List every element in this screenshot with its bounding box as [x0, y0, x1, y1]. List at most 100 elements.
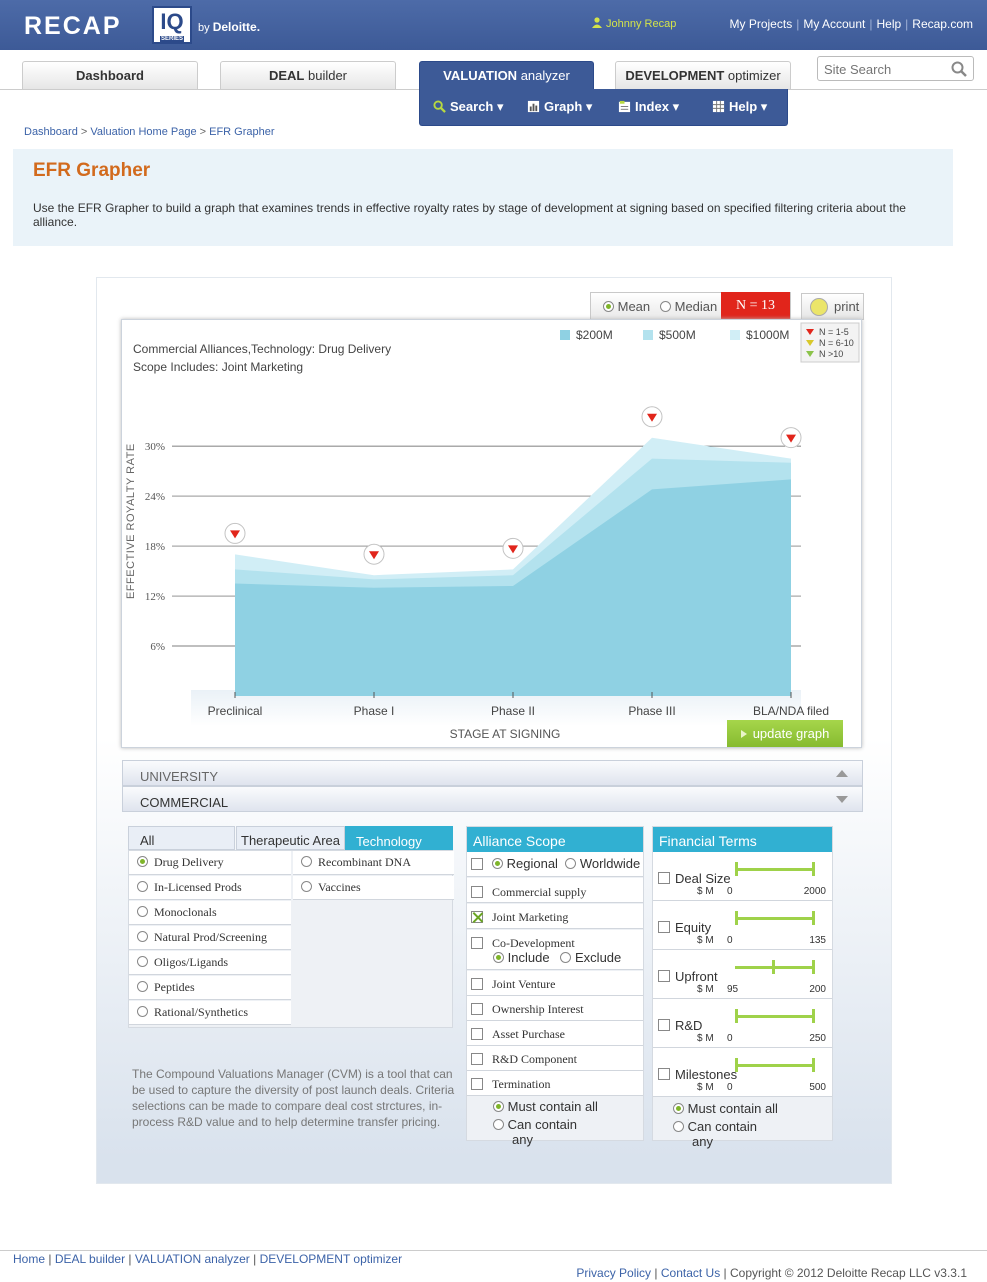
- footer-deal-link[interactable]: DEAL builder: [55, 1252, 125, 1266]
- scope-checkbox[interactable]: [471, 1003, 483, 1015]
- scope-checkbox[interactable]: [471, 978, 483, 990]
- fin-can-contain[interactable]: Can contain: [673, 1119, 757, 1134]
- print-button[interactable]: print: [801, 293, 864, 320]
- median-option[interactable]: Median: [660, 299, 717, 314]
- site-search-input[interactable]: [824, 60, 944, 78]
- tech-radio[interactable]: [137, 906, 148, 917]
- footer-home-link[interactable]: Home: [13, 1252, 45, 1266]
- scope-commercial-supply[interactable]: Commercial supply: [467, 878, 643, 903]
- tech-radio[interactable]: [137, 956, 148, 967]
- graph-menu[interactable]: Graph ▾: [527, 99, 592, 115]
- search-menu[interactable]: Search ▾: [433, 99, 504, 115]
- tab-dashboard[interactable]: Dashboard: [22, 61, 198, 89]
- scope-can-contain[interactable]: Can contain: [493, 1117, 577, 1132]
- university-section-header[interactable]: UNIVERSITY: [122, 760, 863, 786]
- slider-handle-max[interactable]: [812, 911, 815, 925]
- scope-asset-purchase[interactable]: Asset Purchase: [467, 1021, 643, 1046]
- search-icon[interactable]: [951, 61, 967, 77]
- tech-item-vaccines[interactable]: Vaccines: [293, 876, 454, 900]
- tech-radio[interactable]: [137, 856, 148, 867]
- tech-radio[interactable]: [301, 856, 312, 867]
- can-contain-radio[interactable]: [673, 1121, 684, 1132]
- update-graph-button[interactable]: update graph: [727, 720, 843, 747]
- scope-checkbox[interactable]: [471, 937, 483, 949]
- scope-joint-marketing[interactable]: Joint Marketing: [467, 904, 643, 929]
- slider-handle-min[interactable]: [735, 1009, 738, 1023]
- scope-checkbox[interactable]: [471, 1078, 483, 1090]
- scope-checkbox[interactable]: [471, 886, 483, 898]
- tech-item-drug-delivery[interactable]: Drug Delivery: [129, 851, 291, 875]
- my-account-link[interactable]: My Account: [803, 17, 865, 31]
- breadcrumb-efr-grapher[interactable]: EFR Grapher: [209, 126, 274, 138]
- slider-handle-min[interactable]: [771, 960, 775, 974]
- help-link[interactable]: Help: [876, 17, 901, 31]
- tech-radio[interactable]: [137, 881, 148, 892]
- commercial-section-header[interactable]: COMMERCIAL: [122, 786, 863, 812]
- scope-must-contain[interactable]: Must contain all: [493, 1099, 598, 1114]
- fin-checkbox[interactable]: [658, 1019, 670, 1031]
- fin-checkbox[interactable]: [658, 921, 670, 933]
- fin-checkbox[interactable]: [658, 1068, 670, 1080]
- footer-development-link[interactable]: DEVELOPMENT optimizer: [260, 1252, 402, 1266]
- tech-item-peptides[interactable]: Peptides: [129, 976, 291, 1000]
- tech-item-monoclonals[interactable]: Monoclonals: [129, 901, 291, 925]
- slider-handle-min[interactable]: [735, 862, 738, 876]
- median-radio[interactable]: [660, 301, 671, 312]
- help-menu[interactable]: Help ▾: [712, 99, 767, 115]
- tech-item-recombinant[interactable]: Recombinant DNA: [293, 851, 454, 875]
- scope-joint-venture[interactable]: Joint Venture: [467, 971, 643, 996]
- worldwide-radio[interactable]: [565, 858, 577, 869]
- must-contain-radio[interactable]: [493, 1101, 504, 1112]
- index-menu[interactable]: Index ▾: [618, 99, 679, 115]
- slider-handle-max[interactable]: [812, 960, 815, 974]
- user-name[interactable]: Johnny Recap: [592, 17, 676, 30]
- tech-item-in-licensed[interactable]: In-Licensed Prods: [129, 876, 291, 900]
- privacy-policy-link[interactable]: Privacy Policy: [576, 1266, 651, 1280]
- fin-must-contain[interactable]: Must contain all: [673, 1101, 778, 1116]
- footer-valuation-link[interactable]: VALUATION analyzer: [135, 1252, 250, 1266]
- can-contain-radio[interactable]: [493, 1119, 504, 1130]
- tech-item-oligos[interactable]: Oligos/Ligands: [129, 951, 291, 975]
- exclude-radio[interactable]: [560, 952, 572, 963]
- filter-tab-therapeutic-area[interactable]: Therapeutic Area: [236, 826, 345, 850]
- tab-valuation-analyzer[interactable]: VALUATION analyzer: [419, 61, 594, 91]
- scope-checkbox-checked[interactable]: [471, 911, 483, 923]
- regional-radio[interactable]: [492, 858, 503, 869]
- tech-radio[interactable]: [137, 981, 148, 992]
- slider-handle-min[interactable]: [735, 1058, 738, 1072]
- scope-checkbox[interactable]: [471, 1053, 483, 1065]
- slider-handle-max[interactable]: [812, 1058, 815, 1072]
- my-projects-link[interactable]: My Projects: [730, 17, 793, 31]
- breadcrumb-valuation-home[interactable]: Valuation Home Page: [90, 126, 196, 138]
- scope-co-development[interactable]: Co-Development Include Exclude: [467, 930, 643, 970]
- mean-radio[interactable]: [603, 301, 614, 312]
- range-slider-track[interactable]: [735, 917, 815, 920]
- range-slider-track[interactable]: [735, 966, 815, 969]
- scope-rd-component[interactable]: R&D Component: [467, 1046, 643, 1071]
- contact-us-link[interactable]: Contact Us: [661, 1266, 720, 1280]
- slider-handle-max[interactable]: [812, 862, 815, 876]
- tab-development-optimizer[interactable]: DEVELOPMENT optimizer: [615, 61, 791, 89]
- filter-tab-technology[interactable]: Technology: [345, 826, 453, 850]
- tech-item-rational[interactable]: Rational/Synthetics: [129, 1001, 291, 1025]
- recap-logo[interactable]: RECAP: [24, 12, 122, 41]
- range-slider-track[interactable]: [735, 868, 815, 871]
- range-slider-track[interactable]: [735, 1064, 815, 1067]
- scope-termination[interactable]: Termination: [467, 1071, 643, 1096]
- include-radio[interactable]: [493, 952, 504, 963]
- tech-radio[interactable]: [137, 931, 148, 942]
- region-checkbox[interactable]: [471, 858, 483, 870]
- fin-checkbox[interactable]: [658, 970, 670, 982]
- tech-item-natural-prod[interactable]: Natural Prod/Screening: [129, 926, 291, 950]
- mean-option[interactable]: Mean: [603, 299, 650, 314]
- tab-deal-builder[interactable]: DEAL builder: [220, 61, 396, 89]
- scope-ownership-interest[interactable]: Ownership Interest: [467, 996, 643, 1021]
- slider-handle-max[interactable]: [812, 1009, 815, 1023]
- slider-handle-min[interactable]: [735, 911, 738, 925]
- range-slider-track[interactable]: [735, 1015, 815, 1018]
- fin-checkbox[interactable]: [658, 872, 670, 884]
- breadcrumb-dashboard[interactable]: Dashboard: [24, 126, 78, 138]
- tech-radio[interactable]: [137, 1006, 148, 1017]
- tech-radio[interactable]: [301, 881, 312, 892]
- filter-tab-all[interactable]: All: [128, 826, 235, 850]
